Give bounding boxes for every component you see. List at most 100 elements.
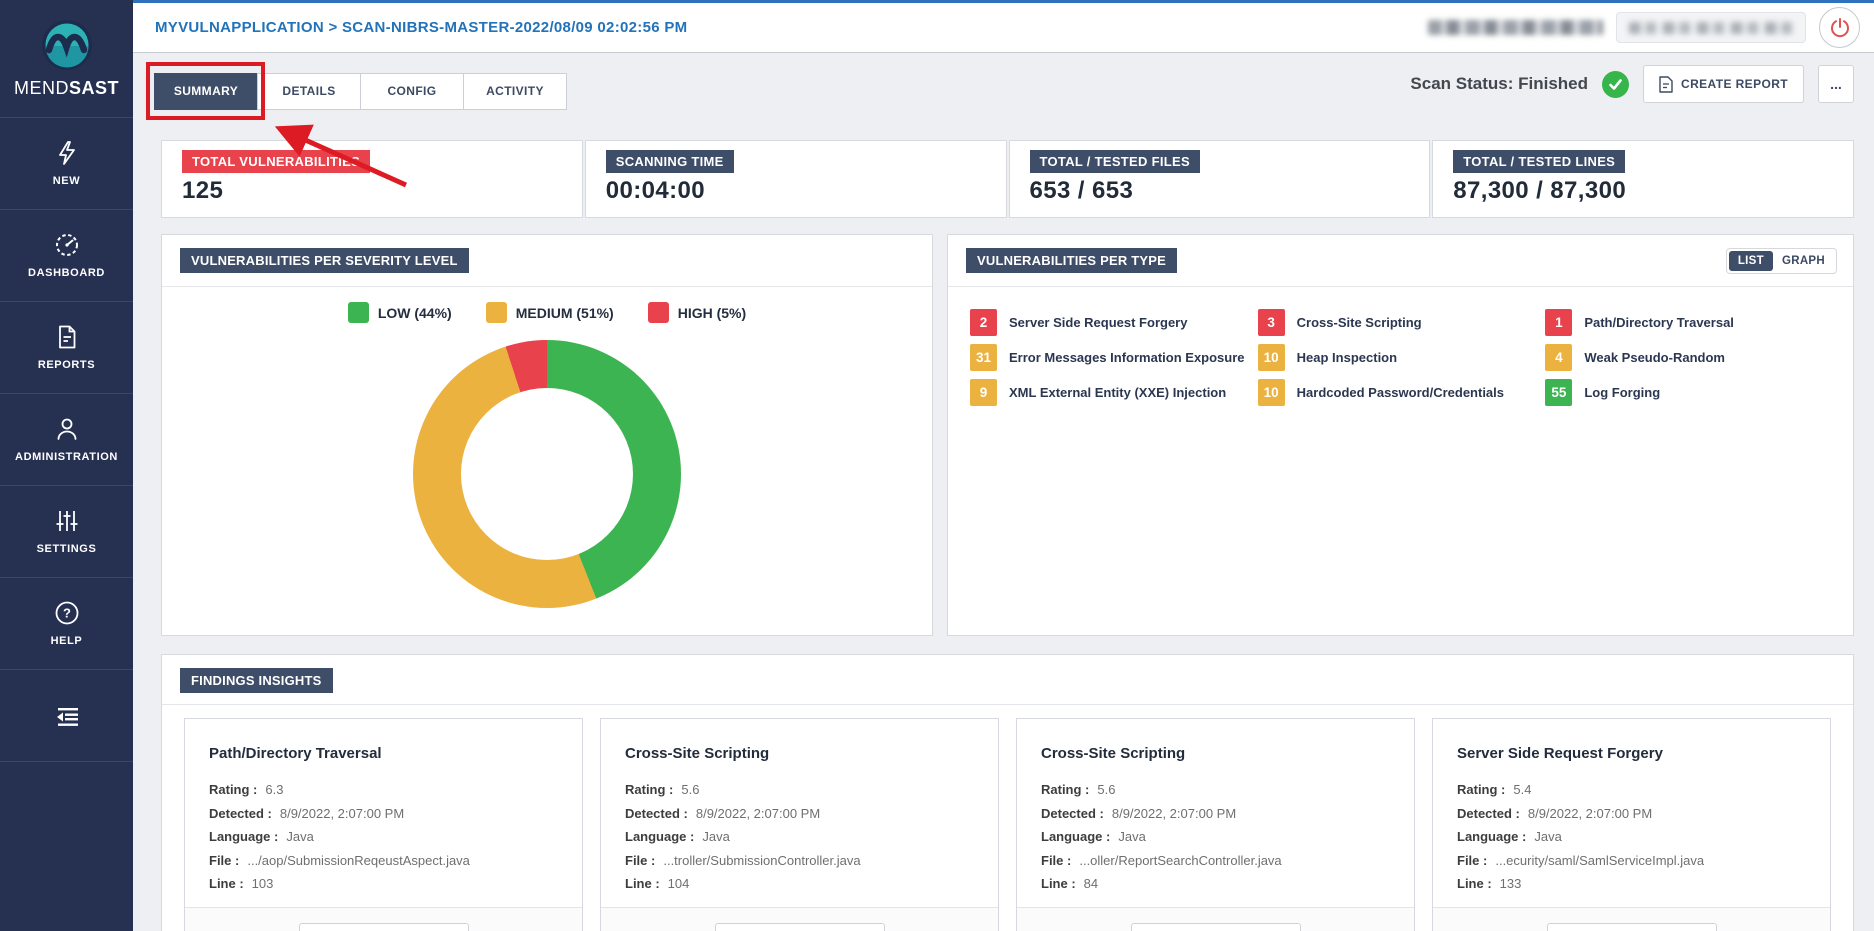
lightning-icon — [54, 140, 80, 166]
sidebar: MENDSAST NEW DASHBOARD REPORTS ADMINISTR… — [0, 0, 133, 931]
sidebar-item-label: ADMINISTRATION — [15, 451, 118, 463]
tab-activity[interactable]: ACTIVITY — [463, 73, 567, 110]
types-panel-title: VULNERABILITIES PER TYPE — [966, 248, 1177, 273]
main-content: SUMMARY DETAILS CONFIG ACTIVITY Scan Sta… — [133, 53, 1874, 931]
legend-item-medium: MEDIUM (51%) — [486, 302, 614, 323]
type-label: Cross-Site Scripting — [1297, 315, 1422, 330]
create-report-button[interactable]: CREATE REPORT — [1643, 65, 1804, 103]
finding-card: Path/Directory Traversal Rating :6.3 Det… — [184, 718, 583, 931]
finding-action-button[interactable] — [1131, 923, 1301, 931]
finding-language: Java — [286, 830, 313, 844]
type-label: Hardcoded Password/Credentials — [1297, 385, 1504, 400]
stat-card-scanning-time: SCANNING TIME 00:04:00 — [585, 140, 1007, 218]
finding-line: 104 — [668, 877, 690, 891]
findings-panel: FINDINGS INSIGHTS Path/Directory Travers… — [161, 654, 1854, 931]
sidebar-item-help[interactable]: ? HELP — [0, 578, 133, 670]
findings-panel-title: FINDINGS INSIGHTS — [180, 668, 333, 693]
sidebar-item-settings[interactable]: SETTINGS — [0, 486, 133, 578]
stat-badge: TOTAL / TESTED LINES — [1453, 150, 1625, 173]
sidebar-item-label: HELP — [51, 635, 83, 647]
field-label: Line : — [625, 877, 660, 891]
type-item: 55Log Forging — [1545, 379, 1833, 405]
sidebar-item-dashboard[interactable]: DASHBOARD — [0, 210, 133, 302]
scan-status-row: Scan Status: Finished CREATE REPORT ... — [1410, 65, 1854, 103]
donut-legend: LOW (44%) MEDIUM (51%) HIGH (5%) — [162, 302, 932, 323]
finding-action-button[interactable] — [1547, 923, 1717, 931]
organization-selector-redacted[interactable] — [1616, 12, 1806, 43]
legend-swatch — [648, 302, 669, 323]
finding-rating: 5.6 — [681, 783, 699, 797]
sidebar-item-label: DASHBOARD — [28, 267, 105, 279]
finding-language: Java — [1534, 830, 1561, 844]
stat-value: 00:04:00 — [606, 177, 986, 205]
breadcrumb[interactable]: MYVULNAPPLICATION > SCAN-NIBRS-MASTER-20… — [155, 19, 687, 36]
field-label: Detected : — [1457, 807, 1520, 821]
legend-item-high: HIGH (5%) — [648, 302, 746, 323]
type-label: Server Side Request Forgery — [1009, 315, 1187, 330]
sidebar-collapse-button[interactable] — [0, 670, 133, 762]
finding-file: ...oller/ReportSearchController.java — [1079, 854, 1281, 868]
question-icon: ? — [54, 600, 80, 626]
legend-label: HIGH (5%) — [678, 305, 746, 321]
sidebar-item-reports[interactable]: REPORTS — [0, 302, 133, 394]
stats-row: TOTAL VULNERABILITIES 125 SCANNING TIME … — [161, 140, 1854, 218]
tab-details[interactable]: DETAILS — [257, 73, 361, 110]
create-report-label: CREATE REPORT — [1681, 77, 1788, 91]
list-graph-toggle: LIST GRAPH — [1726, 248, 1837, 274]
legend-label: MEDIUM (51%) — [516, 305, 614, 321]
finding-card: Cross-Site Scripting Rating :5.6 Detecte… — [600, 718, 999, 931]
svg-text:?: ? — [63, 606, 71, 621]
sidebar-item-administration[interactable]: ADMINISTRATION — [0, 394, 133, 486]
stat-card-tested-lines: TOTAL / TESTED LINES 87,300 / 87,300 — [1432, 140, 1854, 218]
mend-logo-icon — [41, 19, 93, 71]
finding-action-button[interactable] — [299, 923, 469, 931]
type-label: Log Forging — [1584, 385, 1660, 400]
finding-title: Path/Directory Traversal — [209, 745, 558, 762]
report-document-icon — [1659, 76, 1673, 93]
type-count-badge: 9 — [970, 379, 997, 406]
severity-donut — [413, 340, 681, 608]
scan-status-text: Scan Status: Finished — [1410, 74, 1588, 94]
type-label: XML External Entity (XXE) Injection — [1009, 385, 1226, 400]
legend-swatch — [486, 302, 507, 323]
field-label: Language : — [625, 830, 694, 844]
finding-language: Java — [1118, 830, 1145, 844]
sidebar-item-new[interactable]: NEW — [0, 118, 133, 210]
type-item: 9 XML External Entity (XXE) Injection — [970, 379, 1258, 405]
toggle-list[interactable]: LIST — [1729, 251, 1773, 271]
brand-name: MENDSAST — [14, 78, 119, 99]
stat-card-tested-files: TOTAL / TESTED FILES 653 / 653 — [1009, 140, 1431, 218]
type-item: 10Heap Inspection — [1258, 344, 1546, 370]
stat-badge: TOTAL / TESTED FILES — [1030, 150, 1200, 173]
finding-file: .../aop/SubmissionReqeustAspect.java — [247, 854, 470, 868]
type-count-badge: 31 — [970, 344, 997, 371]
type-count-badge: 1 — [1545, 309, 1572, 336]
sidebar-item-label: REPORTS — [38, 359, 95, 371]
field-label: Line : — [1041, 877, 1076, 891]
finding-action-button[interactable] — [715, 923, 885, 931]
finding-card: Cross-Site Scripting Rating :5.6 Detecte… — [1016, 718, 1415, 931]
field-label: Rating : — [209, 783, 257, 797]
type-item: 10Hardcoded Password/Credentials — [1258, 379, 1546, 405]
type-item: 4Weak Pseudo-Random — [1545, 344, 1833, 370]
severity-panel: VULNERABILITIES PER SEVERITY LEVEL LOW (… — [161, 234, 933, 636]
finding-detected: 8/9/2022, 2:07:00 PM — [280, 807, 404, 821]
field-label: Language : — [1457, 830, 1526, 844]
field-label: Line : — [1457, 877, 1492, 891]
finding-detected: 8/9/2022, 2:07:00 PM — [1528, 807, 1652, 821]
findings-cards-row: Path/Directory Traversal Rating :6.3 Det… — [162, 705, 1853, 931]
more-actions-button[interactable]: ... — [1818, 65, 1854, 103]
finding-title: Cross-Site Scripting — [625, 745, 974, 762]
user-name-redacted — [1428, 20, 1603, 35]
toggle-graph[interactable]: GRAPH — [1773, 251, 1834, 271]
field-label: Rating : — [625, 783, 673, 797]
tab-summary[interactable]: SUMMARY — [154, 73, 258, 110]
field-label: File : — [1041, 854, 1071, 868]
finding-file: ...troller/SubmissionController.java — [663, 854, 860, 868]
tab-config[interactable]: CONFIG — [360, 73, 464, 110]
collapse-menu-icon — [54, 703, 80, 729]
logout-power-button[interactable] — [1819, 7, 1860, 48]
finding-rating: 5.6 — [1097, 783, 1115, 797]
top-header: MYVULNAPPLICATION > SCAN-NIBRS-MASTER-20… — [133, 0, 1874, 53]
type-count-badge: 10 — [1258, 344, 1285, 371]
